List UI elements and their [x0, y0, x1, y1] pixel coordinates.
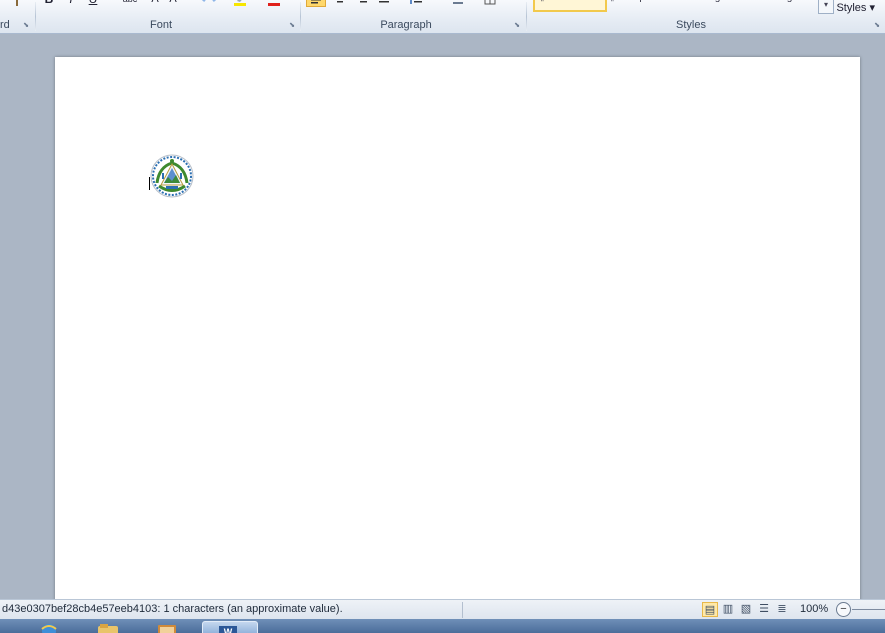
coat-of-arms-seal-icon[interactable] — [149, 153, 195, 199]
underline-button[interactable]: U — [84, 0, 102, 8]
align-left-button[interactable] — [306, 0, 326, 7]
align-right-button[interactable] — [353, 0, 371, 10]
format-painter-icon[interactable] — [8, 0, 26, 10]
clipboard-group: rd ⬊ — [0, 0, 34, 33]
italic-button[interactable]: I — [62, 0, 80, 8]
zoom-level[interactable]: 100% — [800, 603, 828, 615]
full-screen-reading-view-icon[interactable]: ▥ — [720, 602, 736, 617]
paragraph-group-label: Paragraph — [380, 19, 432, 31]
style-heading-1[interactable]: Heading 1 — [679, 0, 733, 10]
clipboard-dialog-launcher-icon[interactable]: ⬊ — [22, 22, 30, 30]
web-layout-view-icon[interactable]: ▧ — [738, 602, 754, 617]
folder-icon[interactable] — [90, 621, 124, 633]
paragraph-dialog-launcher-icon[interactable]: ⬊ — [513, 22, 521, 30]
draft-view-icon[interactable]: ≣ — [774, 602, 790, 617]
font-group: B I U abc A A Font ⬊ — [36, 0, 300, 33]
styles-group-label: Styles — [676, 19, 706, 31]
status-text[interactable]: d43e0307bef28cb4e57eeb4103: 1 characters… — [2, 603, 343, 615]
print-layout-view-icon[interactable]: ▤ — [702, 602, 718, 617]
style-heading-2[interactable]: Heading 2 — [751, 0, 805, 10]
styles-dialog-launcher-icon[interactable]: ⬊ — [873, 22, 881, 30]
font-group-label: Font — [149, 19, 172, 31]
zoom-slider[interactable] — [852, 609, 885, 610]
clipboard-group-label: rd — [0, 19, 10, 31]
style-normal[interactable]: ¶ Normal — [533, 0, 607, 12]
outline-view-icon[interactable]: ☰ — [756, 602, 772, 617]
font-color-icon[interactable] — [268, 3, 280, 6]
media-icon[interactable] — [150, 621, 184, 633]
zoom-out-button[interactable]: − — [836, 602, 851, 617]
style-no-spacing[interactable]: ¶ No Spaci... — [605, 0, 670, 10]
style-gallery-more-button[interactable]: ▾ — [818, 0, 834, 14]
justify-button[interactable] — [375, 0, 393, 10]
highlighter-icon[interactable] — [232, 0, 250, 7]
status-separator — [462, 602, 463, 618]
taskbar: W — [0, 619, 885, 633]
bold-button[interactable]: B — [40, 0, 58, 8]
font-dialog-launcher-icon[interactable]: ⬊ — [288, 22, 296, 30]
align-center-button[interactable] — [331, 0, 349, 10]
borders-icon[interactable] — [481, 0, 499, 10]
text-cursor — [149, 177, 150, 190]
change-styles-button[interactable]: Styles ▾ — [836, 1, 875, 14]
word-icon[interactable]: W — [202, 621, 258, 633]
superscript-button[interactable]: A — [164, 0, 182, 8]
document-workspace[interactable] — [0, 34, 885, 607]
svg-text:W: W — [224, 627, 233, 633]
strikethrough-button[interactable]: abc — [120, 0, 140, 8]
document-page[interactable] — [55, 57, 860, 607]
internet-explorer-icon[interactable] — [30, 621, 64, 633]
line-spacing-icon[interactable] — [407, 0, 425, 10]
text-effects-icon[interactable] — [200, 0, 218, 8]
subscript-button[interactable]: A — [146, 0, 164, 8]
ribbon: rd ⬊ B I U abc A A Font ⬊ — [0, 0, 885, 34]
shading-icon[interactable] — [449, 0, 467, 10]
status-bar: d43e0307bef28cb4e57eeb4103: 1 characters… — [0, 599, 885, 620]
paragraph-group: Paragraph ⬊ — [301, 0, 525, 33]
